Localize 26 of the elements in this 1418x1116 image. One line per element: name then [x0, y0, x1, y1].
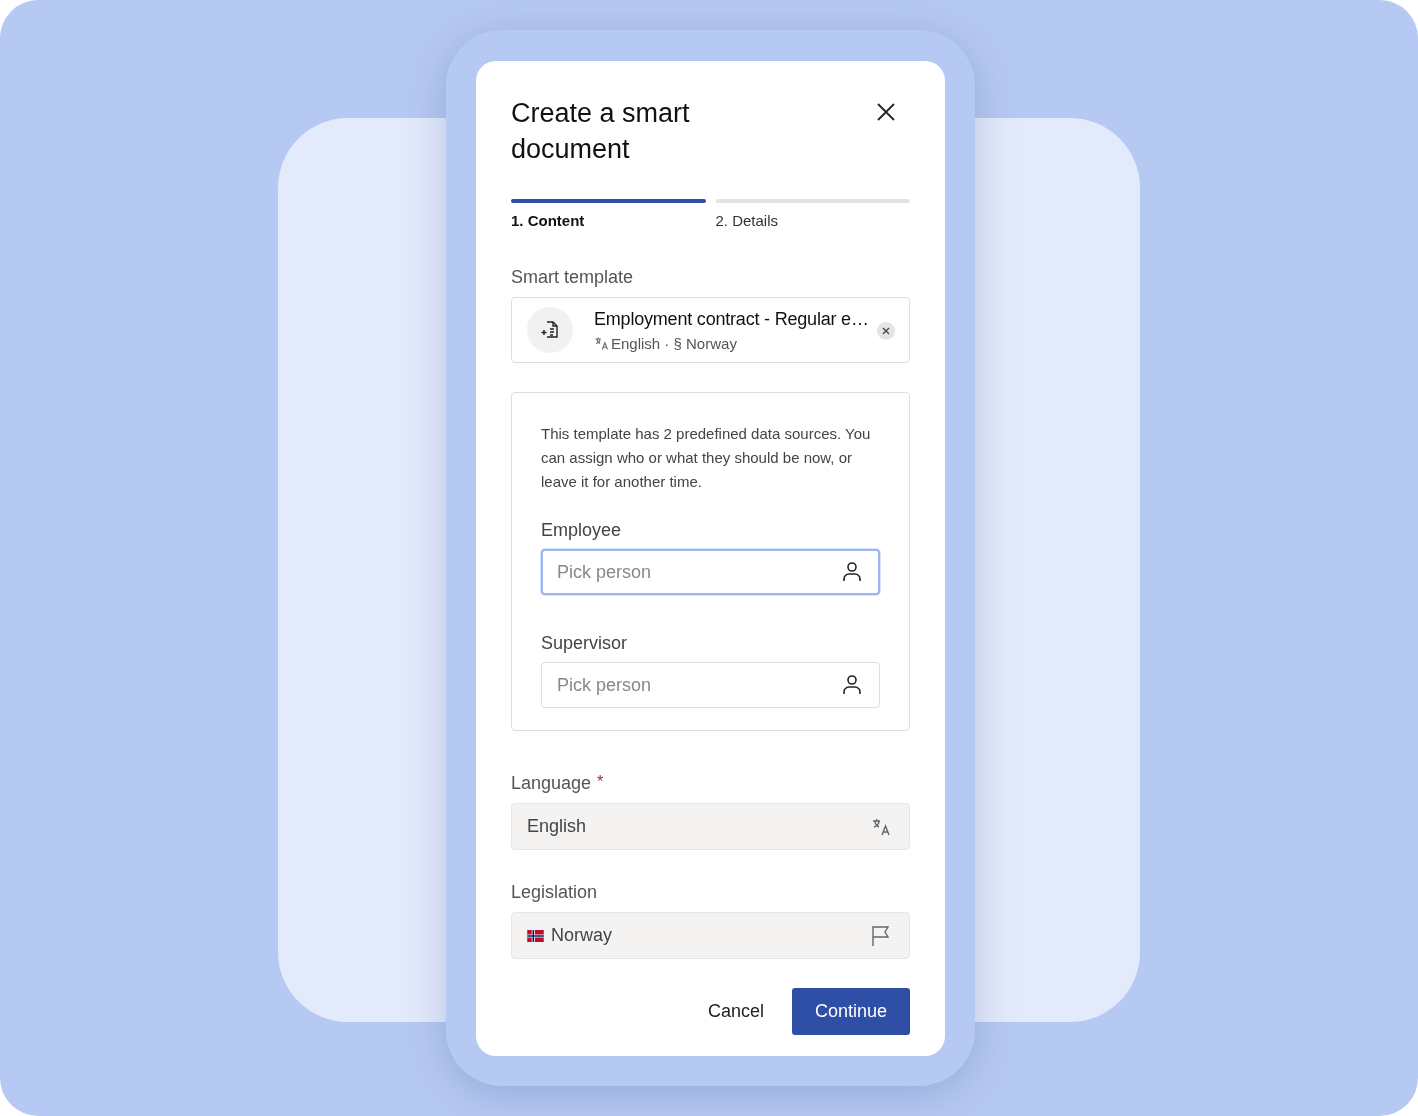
- continue-button[interactable]: Continue: [792, 988, 910, 1035]
- step-tab[interactable]: 1. Content: [511, 212, 585, 229]
- description-text: This template has 2 predefined data sources. You can assign who or what they should be now, or leave it for another time.: [541, 424, 872, 492]
- dialog-title: Create a smart document: [511, 97, 691, 166]
- person-field[interactable]: Pick person: [541, 549, 880, 595]
- required-asterisk: *: [597, 773, 604, 790]
- cancel-button[interactable]: Cancel: [691, 989, 780, 1034]
- close-icon[interactable]: [875, 101, 897, 123]
- flag-icon: [527, 929, 544, 942]
- template-name: Employment contract - Regular e…: [594, 308, 870, 330]
- translate-icon: [871, 816, 891, 837]
- flag-outline-icon: [871, 924, 891, 947]
- field-label: Employee: [541, 520, 622, 541]
- person-icon: [842, 674, 862, 696]
- person-icon: [842, 561, 862, 583]
- document-icon: [527, 307, 573, 353]
- translate-icon: [594, 335, 609, 351]
- field-label: Supervisor: [541, 633, 628, 654]
- step-tab[interactable]: 2. Details: [715, 212, 779, 229]
- field-label: Language: [511, 773, 592, 794]
- template-card[interactable]: Employment contract - Regular e… English · § Norway: [511, 297, 910, 363]
- field-label: Legislation: [511, 882, 598, 903]
- template-meta: English · § Norway: [611, 334, 737, 352]
- person-field[interactable]: Pick person: [541, 662, 880, 708]
- clear-icon[interactable]: [877, 322, 895, 340]
- field-label: Smart template: [511, 267, 634, 288]
